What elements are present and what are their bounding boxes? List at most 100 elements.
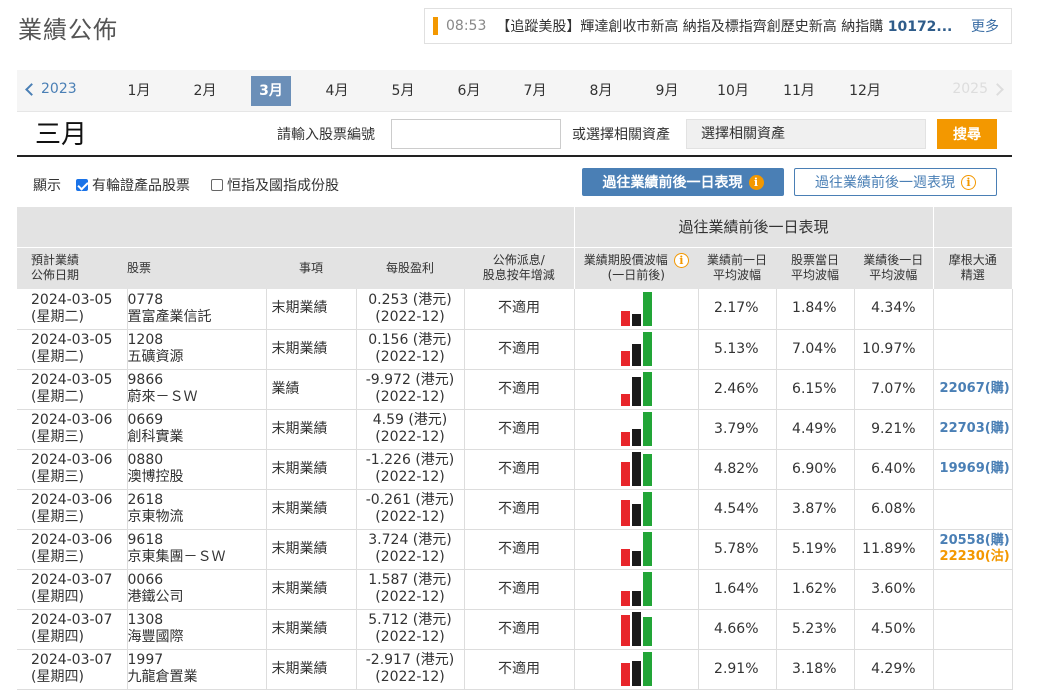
pre-volatility: 4.54% — [698, 489, 777, 530]
prev-year-button[interactable]: 2023 — [25, 81, 77, 97]
table-row: 2024-03-06 (星期三) 9618 京東集團－ＳＷ 末期業績 3.724 (… — [17, 529, 1013, 570]
col-eps: 每股盈利 — [356, 246, 464, 289]
show-label: 顯示 — [33, 178, 61, 194]
stock-cell[interactable]: 0880 澳博控股 — [127, 449, 267, 490]
asset-select[interactable]: 選擇相關資產 — [686, 119, 926, 149]
day-volatility: 6.90% — [776, 449, 855, 490]
one-day-performance-button[interactable]: 過往業績前後一日表現 i — [582, 168, 784, 196]
ticker-headline[interactable]: 【追蹤美股】輝達創收市新高 納指及標指齊創歷史新高 納指購 10172... — [496, 16, 963, 36]
month-tab[interactable]: 6月 — [449, 76, 489, 106]
info-icon[interactable]: i — [961, 174, 976, 190]
warrant-stocks-checkbox[interactable]: 有輪證產品股票 — [76, 175, 190, 195]
post-volatility: 9.21% — [854, 409, 934, 450]
month-tab[interactable]: 1月 — [119, 76, 159, 106]
month-tab[interactable]: 4月 — [317, 76, 357, 106]
post-volatility: 11.89% — [854, 529, 934, 570]
info-icon[interactable]: i — [748, 174, 764, 190]
volatility-bar — [642, 572, 652, 606]
stock-name: 蔚來－ＳＷ — [127, 389, 198, 405]
month-tab[interactable]: 7月 — [515, 76, 555, 106]
info-icon[interactable]: i — [673, 253, 689, 269]
stock-cell[interactable]: 0669 創科實業 — [127, 409, 267, 450]
one-week-performance-button[interactable]: 過往業績前後一週表現 i — [794, 168, 997, 196]
divider — [17, 155, 1012, 157]
volatility-bar — [642, 454, 652, 486]
jpmorgan-pick-cell — [933, 489, 1013, 530]
col-volatility-chart: 業績期股價波幅 i (一日前後) — [573, 246, 699, 289]
more-link[interactable]: 更多 — [971, 16, 999, 36]
month-tab[interactable]: 12月 — [845, 76, 885, 106]
next-year-label: 2025 — [952, 81, 988, 97]
month-tab[interactable]: 11月 — [779, 76, 819, 106]
volatility-bar — [620, 500, 630, 526]
date-cell: 2024-03-05 (星期二) — [17, 289, 128, 330]
warrant-stocks-label: 有輪證產品股票 — [92, 178, 190, 194]
volatility-bar — [631, 591, 641, 606]
warrant-link[interactable]: 19969(購) — [940, 461, 1010, 476]
warrant-link[interactable]: 22067(購) — [940, 381, 1010, 396]
volatility-chart — [574, 449, 699, 490]
post-volatility: 3.60% — [854, 569, 934, 610]
stock-cell[interactable]: 1997 九龍倉置業 — [127, 649, 267, 690]
month-tab[interactable]: 9月 — [647, 76, 687, 106]
warrant-put-link[interactable]: 22230(沽) — [940, 549, 1010, 564]
volatility-bar — [620, 462, 630, 486]
month-tab[interactable]: 5月 — [383, 76, 423, 106]
page: 業績公佈 08:53 【追蹤美股】輝達創收市新高 納指及標指齊創歷史新高 納指購… — [0, 0, 1048, 691]
month-tab[interactable]: 3月 — [251, 76, 291, 106]
day-volatility: 5.19% — [776, 529, 855, 570]
dividend-cell: 不適用 — [464, 289, 575, 330]
volatility-bar — [642, 372, 652, 406]
volatility-bar — [631, 661, 641, 686]
date-cell: 2024-03-07 (星期四) — [17, 609, 128, 650]
month-tab[interactable]: 2月 — [185, 76, 225, 106]
warrant-link[interactable]: 20558(購) — [940, 533, 1010, 548]
index-constituents-checkbox[interactable]: 恒指及國指成份股 — [211, 175, 339, 195]
volatility-chart — [574, 569, 699, 610]
stock-code-input[interactable] — [391, 119, 561, 149]
search-button[interactable]: 搜尋 — [937, 119, 997, 149]
volatility-chart — [574, 329, 699, 370]
jpmorgan-pick-cell — [933, 649, 1013, 690]
ticker-text: 【追蹤美股】輝達創收市新高 納指及標指齊創歷史新高 納指購 — [496, 19, 888, 35]
date-cell: 2024-03-07 (星期四) — [17, 569, 128, 610]
post-volatility: 4.34% — [854, 289, 934, 330]
stock-cell[interactable]: 9866 蔚來－ＳＷ — [127, 369, 267, 410]
event-cell: 業績 — [266, 369, 357, 410]
volatility-chart — [574, 529, 699, 570]
date-cell: 2024-03-06 (星期三) — [17, 529, 128, 570]
stock-cell[interactable]: 9618 京東集團－ＳＷ — [127, 529, 267, 570]
next-year-button[interactable]: 2025 — [952, 81, 1004, 97]
stock-name: 九龍倉置業 — [127, 669, 198, 685]
month-bar: 2023 1月 2月 3月 4月 5月 6月 7月 8月 9月 10月 11月 12月 2025 — [17, 70, 1012, 112]
date-cell: 2024-03-06 (星期三) — [17, 449, 128, 490]
stock-cell[interactable]: 0066 港鐵公司 — [127, 569, 267, 610]
volatility-bar — [620, 591, 630, 606]
event-cell: 末期業績 — [266, 569, 357, 610]
stock-cell[interactable]: 1208 五礦資源 — [127, 329, 267, 370]
stock-code: 0669 — [127, 412, 164, 428]
volatility-bar — [631, 612, 641, 646]
event-cell: 末期業績 — [266, 329, 357, 370]
stock-cell[interactable]: 1308 海豐國際 — [127, 609, 267, 650]
checkbox-icon — [76, 179, 88, 191]
news-ticker[interactable]: 08:53 【追蹤美股】輝達創收市新高 納指及標指齊創歷史新高 納指購 1017… — [424, 8, 1012, 44]
volatility-bar — [631, 452, 641, 486]
stock-cell[interactable]: 2618 京東物流 — [127, 489, 267, 530]
volatility-bar — [642, 532, 652, 566]
event-cell: 末期業績 — [266, 609, 357, 650]
eps-cell: 4.59 (港元) (2022-12) — [356, 409, 465, 450]
date-cell: 2024-03-06 (星期三) — [17, 409, 128, 450]
group-header: 過往業績前後一日表現 — [573, 207, 934, 247]
month-tab[interactable]: 10月 — [713, 76, 753, 106]
dividend-cell: 不適用 — [464, 609, 575, 650]
month-tab[interactable]: 8月 — [581, 76, 621, 106]
stock-cell[interactable]: 0778 置富產業信託 — [127, 289, 267, 330]
eps-cell: 1.587 (港元) (2022-12) — [356, 569, 465, 610]
volatility-bar — [642, 617, 652, 646]
pre-volatility: 2.46% — [698, 369, 777, 410]
warrant-link[interactable]: 22703(購) — [940, 421, 1010, 436]
volatility-bar — [642, 412, 652, 446]
jpmorgan-pick-cell: 19969(購) — [933, 449, 1013, 490]
eps-cell: -0.261 (港元) (2022-12) — [356, 489, 465, 530]
